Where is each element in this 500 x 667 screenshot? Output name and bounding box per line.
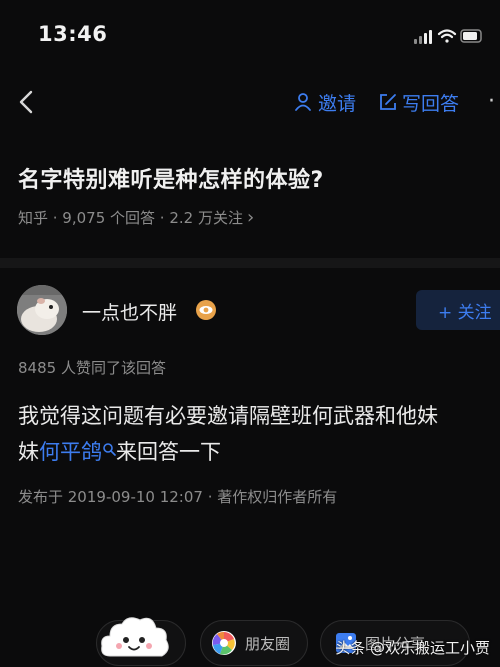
edit-icon (380, 94, 396, 110)
hamster-avatar-image (17, 285, 67, 335)
moments-icon (212, 631, 236, 655)
author-name[interactable]: 一点也不胖 (82, 298, 177, 325)
person-icon (295, 93, 311, 111)
answer-content: 我觉得这问题有必要邀请隔壁班何武器和他妹 妹何平鸽 来回答一下 (18, 398, 500, 470)
answer-line-1: 我觉得这问题有必要邀请隔壁班何武器和他妹 (18, 404, 438, 428)
answer-line-2: 妹何平鸽 来回答一下 (18, 434, 500, 470)
cloud-sticker-icon (101, 617, 169, 657)
status-time: 13:46 (38, 22, 108, 46)
invite-button[interactable]: 邀请 (294, 88, 356, 116)
search-icon[interactable] (102, 442, 116, 456)
write-answer-button[interactable]: 写回答 (378, 88, 459, 116)
status-icons (414, 29, 482, 44)
chevron-left-icon (19, 90, 33, 114)
back-button[interactable] (14, 88, 40, 116)
search-link[interactable]: 何平鸽 (39, 440, 102, 464)
more-button[interactable]: · (488, 91, 495, 113)
upvote-count: 8485 人赞同了该回答 (18, 359, 166, 377)
avatar[interactable] (17, 285, 67, 335)
share-moments-label: 朋友圈 (245, 634, 291, 653)
battery-icon (460, 29, 482, 43)
signal-icon (414, 30, 432, 44)
answer-line-2-suffix: 来回答一下 (116, 440, 221, 464)
invite-label: 邀请 (318, 92, 357, 115)
section-divider (0, 258, 500, 268)
share-moments-button[interactable]: 朋友圈 (200, 620, 308, 666)
follow-label: + 关注 (438, 302, 492, 323)
follow-button[interactable]: + 关注 (416, 290, 500, 330)
write-answer-label: 写回答 (402, 92, 460, 115)
question-meta-text: 知乎 · 9,075 个回答 · 2.2 万关注 (18, 209, 243, 227)
question-title[interactable]: 名字特别难听是种怎样的体验? (18, 162, 324, 194)
chevron-right-icon: › (246, 207, 255, 228)
posted-info: 发布于 2019-09-10 12:07 · 著作权归作者所有 (18, 488, 338, 506)
answer-line-2-prefix: 妹 (18, 440, 39, 464)
eye-badge-icon (196, 300, 216, 320)
question-meta[interactable]: 知乎 · 9,075 个回答 · 2.2 万关注 › (18, 207, 254, 228)
watermark: 头条 @欢乐搬运工小贾 (335, 639, 490, 657)
wifi-icon (437, 29, 457, 43)
